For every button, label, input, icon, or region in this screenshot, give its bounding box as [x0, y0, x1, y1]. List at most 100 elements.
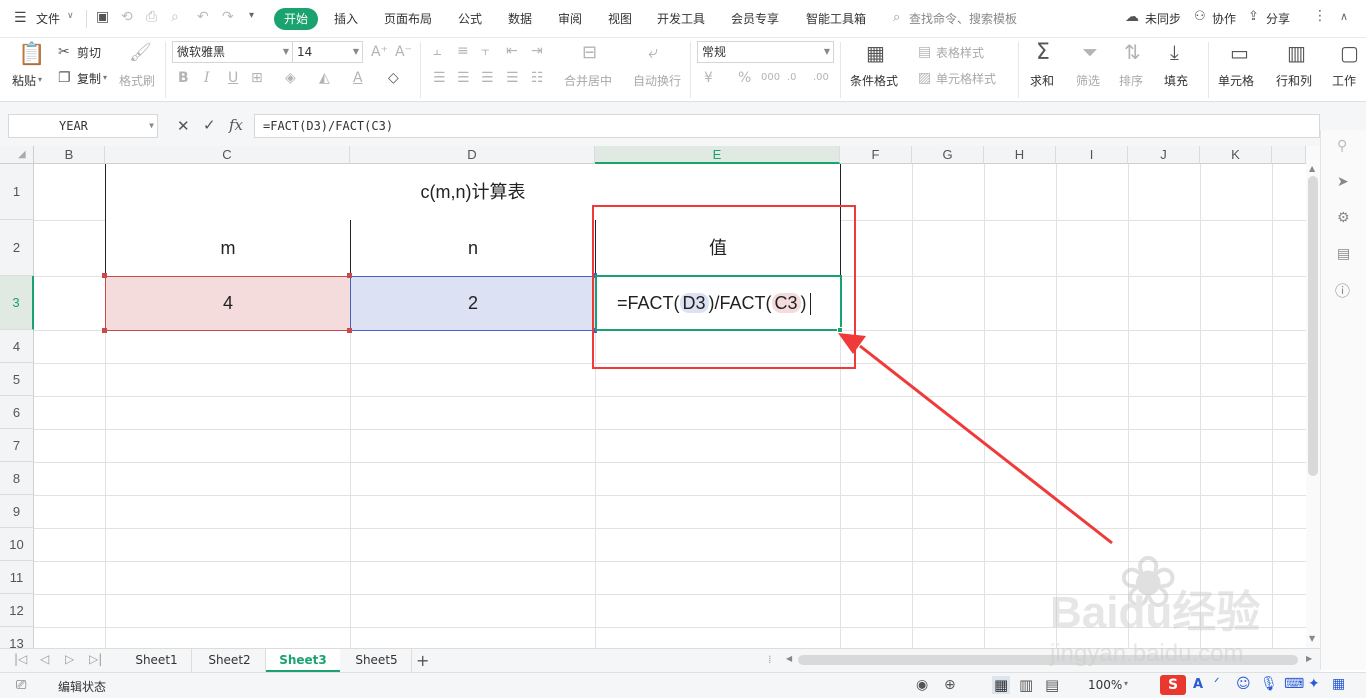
sheet-tab-active[interactable]: Sheet3	[266, 649, 340, 672]
percent-icon[interactable]: %	[738, 71, 751, 85]
sheet-tab[interactable]: Sheet1	[122, 649, 192, 672]
align-middle-icon[interactable]: ≡	[457, 44, 469, 58]
confirm-icon[interactable]: ✓	[203, 116, 216, 134]
zoom-dropdown-icon[interactable]: ▾	[1124, 679, 1128, 688]
row-col-icon[interactable]: ▥	[1287, 43, 1306, 63]
clear-format-icon[interactable]: ◇	[388, 71, 399, 85]
normal-view-icon[interactable]: ▦	[992, 676, 1011, 694]
thousands-icon[interactable]: 000	[761, 71, 780, 85]
increase-font-icon[interactable]: A⁺	[371, 45, 388, 59]
justify-icon[interactable]: ☰	[506, 71, 519, 85]
hamburger-menu-icon[interactable]: ☰	[14, 10, 27, 26]
cell-style-icon[interactable]: ▨	[918, 71, 931, 85]
chevron-down-icon[interactable]: ▾	[38, 75, 42, 84]
format-painter-button[interactable]: 格式刷	[119, 72, 155, 89]
spreadsheet-grid[interactable]: ◢ B C D E F G H I J K 1 2 3 4 5 6 7 8 9 …	[0, 146, 1306, 648]
collapse-ribbon-icon[interactable]: ∧	[1340, 10, 1348, 23]
redo-icon[interactable]: ↷	[222, 9, 234, 25]
chevron-down-icon[interactable]: ▾	[103, 73, 107, 82]
tab-splitter-icon[interactable]: ⁞	[768, 653, 772, 666]
fill-button[interactable]: 填充	[1164, 72, 1188, 89]
quick-access-dropdown-icon[interactable]: ▾	[249, 10, 254, 21]
sync-status[interactable]: 未同步	[1145, 10, 1181, 27]
ime-menu-icon[interactable]: ▦	[1332, 676, 1345, 692]
collab-button[interactable]: 协作	[1212, 10, 1236, 27]
align-center-icon[interactable]: ☰	[457, 71, 470, 85]
insert-function-icon[interactable]: fx	[229, 116, 243, 134]
cut-button[interactable]: 剪切	[77, 44, 101, 61]
tab-data[interactable]: 数据	[508, 10, 532, 27]
save-icon[interactable]: ▣	[96, 9, 109, 25]
undo-icon[interactable]: ↶	[197, 9, 209, 25]
increase-indent-icon[interactable]: ⇥	[531, 44, 543, 58]
pin-icon[interactable]: ⚲	[1337, 138, 1347, 154]
align-right-icon[interactable]: ☰	[481, 71, 494, 85]
sheet-tab[interactable]: Sheet2	[194, 649, 266, 672]
decrease-font-icon[interactable]: A⁻	[395, 45, 412, 59]
next-sheet-icon[interactable]: ▷	[65, 652, 74, 666]
copy-button[interactable]: 复制	[77, 70, 101, 87]
align-top-icon[interactable]: ⫠	[433, 44, 441, 58]
collab-icon[interactable]: ⚇	[1194, 9, 1206, 24]
filter-button[interactable]: 筛选	[1076, 72, 1100, 89]
scroll-up-icon[interactable]: ▲	[1309, 164, 1315, 173]
sheet-tab[interactable]: Sheet5	[342, 649, 412, 672]
share-button[interactable]: 分享	[1266, 10, 1290, 27]
sort-button[interactable]: 排序	[1119, 72, 1143, 89]
tab-review[interactable]: 审阅	[558, 10, 582, 27]
sidebar-tool-icon[interactable]: ▤	[1337, 246, 1350, 262]
wrap-text-button[interactable]: 自动换行	[633, 72, 681, 89]
wrap-text-icon[interactable]: ⤶	[648, 44, 658, 62]
command-search-input[interactable]: 查找命令、搜索模板	[909, 10, 1017, 27]
worksheet-button[interactable]: 工作	[1332, 72, 1356, 89]
view-mode-icon[interactable]: ⊕	[944, 677, 956, 693]
filter-icon[interactable]: ⏷	[1082, 42, 1098, 62]
font-size-select[interactable]: 14 ▼	[292, 41, 363, 63]
voice-icon[interactable]: 🎙	[1260, 676, 1278, 692]
tab-member[interactable]: 会员专享	[731, 10, 779, 27]
zoom-level[interactable]: 100%	[1088, 678, 1122, 692]
macro-record-icon[interactable]: ⎚	[16, 678, 26, 693]
align-left-icon[interactable]: ☰	[433, 71, 446, 85]
share-icon[interactable]: ⇪	[1248, 9, 1259, 24]
last-sheet-icon[interactable]: ▷|	[89, 652, 102, 666]
print-icon[interactable]: ⎙	[146, 9, 157, 25]
tab-page-layout[interactable]: 页面布局	[384, 10, 432, 27]
sogou-ime-icon[interactable]: S	[1160, 675, 1186, 695]
chevron-down-icon[interactable]: ∨	[67, 11, 74, 21]
cut-icon[interactable]: ✂	[58, 45, 70, 59]
page-layout-icon[interactable]: ▥	[1019, 676, 1033, 694]
tab-developer[interactable]: 开发工具	[657, 10, 705, 27]
fill-icon[interactable]: ⤓	[1170, 42, 1179, 62]
table-style-button[interactable]: 表格样式	[936, 44, 984, 61]
copy-icon[interactable]: ❐	[58, 71, 71, 85]
pointer-icon[interactable]: ➤	[1337, 174, 1349, 190]
more-options-icon[interactable]: ⋮	[1313, 8, 1327, 24]
table-style-icon[interactable]: ▤	[918, 45, 931, 59]
horizontal-scrollbar[interactable]	[798, 655, 1298, 665]
font-color-icon[interactable]: ◭	[319, 71, 330, 85]
align-bottom-icon[interactable]: ⫟	[481, 44, 489, 58]
paste-button[interactable]: 粘贴	[12, 72, 36, 89]
scroll-right-icon[interactable]: ▶	[1306, 654, 1312, 663]
ime-mode-icon[interactable]: A	[1193, 677, 1203, 692]
tab-insert[interactable]: 插入	[334, 10, 358, 27]
keyboard-icon[interactable]: ⌨	[1284, 676, 1304, 692]
merge-center-button[interactable]: 合并居中	[564, 72, 612, 89]
ime-punct-icon[interactable]: ᐟ	[1214, 676, 1220, 691]
cell-icon[interactable]: ▭	[1230, 43, 1249, 63]
format-painter-icon[interactable]: 🖌	[129, 44, 152, 62]
tab-formulas[interactable]: 公式	[458, 10, 482, 27]
settings-sliders-icon[interactable]: ⚙	[1337, 210, 1350, 226]
currency-icon[interactable]: ¥	[704, 71, 713, 85]
text-color-icon[interactable]: A	[353, 71, 363, 85]
eye-protection-icon[interactable]: ◉	[916, 677, 928, 693]
cell-button[interactable]: 单元格	[1218, 72, 1254, 89]
cloud-sync-icon[interactable]: ☁	[1125, 9, 1139, 25]
cell-style-button[interactable]: 单元格样式	[936, 70, 996, 87]
sum-icon[interactable]: Σ	[1036, 42, 1050, 64]
tab-smart-tools[interactable]: 智能工具箱	[806, 10, 866, 27]
page-break-icon[interactable]: ▤	[1045, 676, 1059, 694]
prev-sheet-icon[interactable]: ◁	[40, 652, 49, 666]
fill-color-icon[interactable]: ◈	[285, 71, 296, 85]
